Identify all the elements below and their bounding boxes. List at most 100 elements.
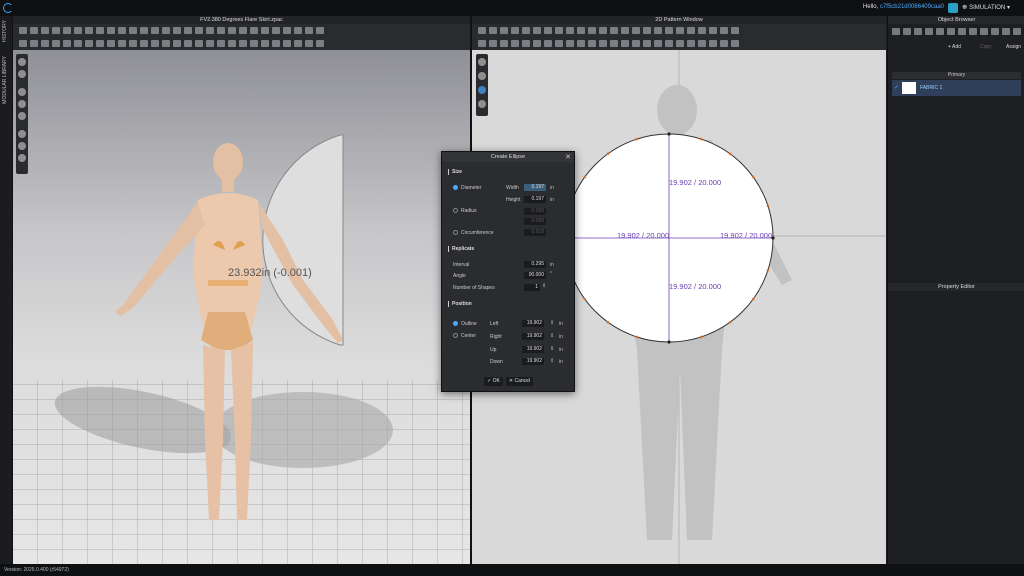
tool-icon[interactable] [129,27,137,34]
tool-icon[interactable] [184,40,192,47]
texture-icon[interactable] [18,100,26,108]
user-id[interactable]: c7f5cb21d0086409caa0 [880,4,944,10]
tool-icon[interactable] [577,40,585,47]
tool-icon[interactable] [19,27,27,34]
tool-icon[interactable] [272,27,280,34]
tool-icon[interactable] [173,27,181,34]
tool-icon[interactable] [162,27,170,34]
tool-icon[interactable] [74,27,82,34]
tool-icon[interactable] [1013,28,1021,35]
tool-icon[interactable] [500,27,508,34]
tool-icon[interactable] [991,28,999,35]
tool-icon[interactable] [665,27,673,34]
tool-icon[interactable] [74,40,82,47]
angle-input[interactable]: 90.000 [524,272,546,279]
tool-icon[interactable] [261,40,269,47]
tool-icon[interactable] [305,27,313,34]
tool-icon[interactable] [720,40,728,47]
tool-icon[interactable] [511,40,519,47]
left-stepper-icon[interactable]: ⇕ [550,320,554,326]
tool-icon[interactable] [958,28,966,35]
tool-icon[interactable] [731,27,739,34]
tool-icon[interactable] [19,40,27,47]
garment-icon[interactable] [18,88,26,96]
tab-modular-library[interactable]: MODULAR LIBRARY [2,56,8,104]
right-input[interactable]: 19.902 [522,333,544,340]
close-icon[interactable]: ✕ [565,153,571,161]
tool-icon[interactable] [925,28,933,35]
tool-icon[interactable] [107,40,115,47]
app-logo-icon[interactable] [3,3,13,13]
pattern-point[interactable] [583,175,587,179]
tool-icon[interactable] [305,40,313,47]
simulation-icon[interactable] [948,3,958,13]
tool-icon[interactable] [577,27,585,34]
tool-icon[interactable] [489,27,497,34]
render-icon[interactable] [18,70,26,78]
tool-icon[interactable] [195,27,203,34]
tool-icon[interactable] [698,40,706,47]
tool-icon[interactable] [107,27,115,34]
viewport-3d[interactable]: 23.932in (-0.001) [13,50,470,564]
down-input[interactable]: 19.902 [522,358,544,365]
tool-icon[interactable] [947,28,955,35]
pattern-point[interactable] [699,137,703,141]
tool-icon[interactable] [632,40,640,47]
tool-icon[interactable] [544,40,552,47]
pen-icon[interactable] [478,58,486,66]
pattern-point[interactable] [635,335,639,339]
pattern-point[interactable] [667,132,671,136]
tool-icon[interactable] [903,28,911,35]
tool-icon[interactable] [63,40,71,47]
tool-icon[interactable] [709,40,717,47]
tool-icon[interactable] [250,40,258,47]
circumference-input[interactable]: 0.618 [524,229,546,236]
tool-icon[interactable] [588,27,596,34]
tool-icon[interactable] [96,40,104,47]
brush-icon[interactable] [18,142,26,150]
tool-icon[interactable] [500,40,508,47]
tool-icon[interactable] [599,27,607,34]
pattern-point[interactable] [667,340,671,344]
tool-icon[interactable] [588,40,596,47]
mode-selector[interactable]: ☸ SIMULATION ▾ [962,4,1010,11]
radius-height-input[interactable]: 0.098 [524,218,546,225]
tool-icon[interactable] [140,27,148,34]
pattern-point[interactable] [583,297,587,301]
tool-icon[interactable] [654,40,662,47]
tool-icon[interactable] [41,27,49,34]
tool-icon[interactable] [228,40,236,47]
pattern-point[interactable] [751,297,755,301]
tool-icon[interactable] [30,27,38,34]
tool-icon[interactable] [566,40,574,47]
tool-icon[interactable] [63,27,71,34]
tool-icon[interactable] [533,27,541,34]
tool-icon[interactable] [621,40,629,47]
tool-icon[interactable] [173,40,181,47]
tool-icon[interactable] [709,27,717,34]
interval-input[interactable]: 0.295 [524,261,546,268]
radio-center[interactable] [453,333,458,338]
copy-button[interactable]: Copy [980,44,992,50]
tool-icon[interactable] [676,40,684,47]
tool-icon[interactable] [129,40,137,47]
shirt-icon[interactable] [478,100,486,108]
tool-icon[interactable] [283,27,291,34]
tool-icon[interactable] [698,27,706,34]
tool-icon[interactable] [151,40,159,47]
tool-icon[interactable] [217,40,225,47]
tool-icon[interactable] [272,40,280,47]
width-input[interactable]: 0.197 [524,184,546,191]
avatar-icon[interactable] [18,112,26,120]
pattern-point[interactable] [766,204,770,208]
up-input[interactable]: 19.902 [522,346,544,353]
tool-icon[interactable] [544,27,552,34]
tool-icon[interactable] [522,40,530,47]
tool-icon[interactable] [654,27,662,34]
pattern-point[interactable] [606,320,610,324]
tool-icon[interactable] [228,27,236,34]
color-icon[interactable] [478,72,486,80]
tool-icon[interactable] [1002,28,1010,35]
tool-icon[interactable] [555,27,563,34]
pattern-point[interactable] [699,335,703,339]
